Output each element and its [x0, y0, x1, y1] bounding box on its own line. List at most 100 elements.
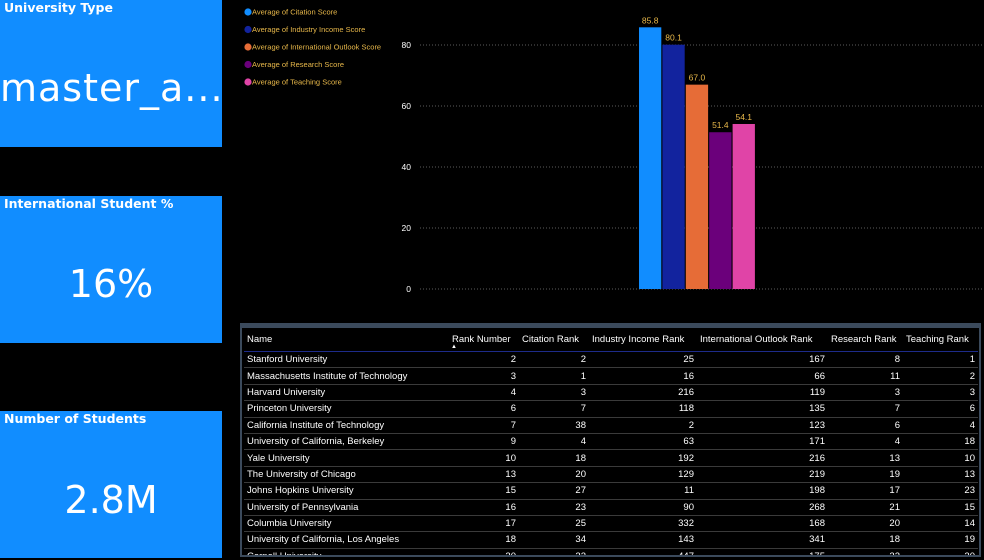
card-title: University Type: [4, 0, 113, 15]
column-header[interactable]: Name: [244, 328, 449, 352]
rank-cell: 6: [828, 417, 903, 434]
table-body: Stanford University 2 2 25 167 8 1 Massachusett…: [244, 351, 978, 555]
table-row[interactable]: University of California, Berkeley 9 4 63 17…: [244, 433, 978, 451]
column-header[interactable]: Citation Rank: [519, 328, 589, 352]
rank-cell: 38: [519, 417, 589, 434]
rank-cell: 4: [449, 384, 519, 402]
rank-cell: 13: [828, 449, 903, 467]
rank-cell: 171: [697, 433, 828, 451]
rank-cell: 27: [519, 482, 589, 500]
rank-cell: 7: [519, 400, 589, 418]
legend-label: Average of Teaching Score: [252, 78, 342, 87]
table-row[interactable]: Yale University 10 18 192 216 13 10: [244, 449, 978, 467]
column-header[interactable]: Teaching Rank: [903, 328, 978, 352]
rank-cell: 192: [589, 449, 697, 467]
y-tick-label: 60: [402, 101, 412, 111]
number-of-students-card[interactable]: Number of Students 2.8M: [0, 411, 222, 558]
rank-cell: 17: [828, 482, 903, 500]
data-label: 54.1: [735, 112, 752, 122]
rank-cell: 1: [519, 367, 589, 385]
average-scores-bar-chart[interactable]: 0 20 40 60 80 Average of Citation Score Averag…: [230, 0, 984, 320]
rank-cell: 20: [828, 515, 903, 533]
data-label: 51.4: [712, 120, 729, 130]
card-value: 2.8M: [64, 478, 158, 522]
rank-cell: 2: [519, 351, 589, 369]
international-student-card[interactable]: International Student % 16%: [0, 196, 222, 343]
rank-cell: 11: [589, 482, 697, 500]
table-row[interactable]: Harvard University 4 3 216 119 3 3: [244, 384, 978, 402]
university-name-cell: Cornell University: [244, 548, 449, 555]
rank-cell: 2: [903, 367, 978, 385]
legend-marker: [244, 25, 252, 34]
card-value: master_a...: [0, 66, 224, 110]
column-header[interactable]: Research Rank: [828, 328, 903, 352]
rank-cell: 6: [449, 400, 519, 418]
legend-label: Average of International Outlook Score: [252, 43, 381, 52]
rank-cell: 216: [697, 449, 828, 467]
rank-cell: 119: [697, 384, 828, 402]
column-header-label: International Outlook Rank: [700, 334, 813, 345]
legend-marker: [244, 60, 252, 69]
table-row[interactable]: Massachusetts Institute of Technology 3 1 1…: [244, 367, 978, 385]
y-tick-label: 20: [402, 223, 412, 233]
column-header[interactable]: International Outlook Rank: [697, 328, 828, 352]
rank-cell: 3: [519, 384, 589, 402]
university-name-cell: University of California, Berkeley: [244, 433, 449, 451]
table-row[interactable]: University of California, Los Angeles 18 3…: [244, 531, 978, 549]
table-row[interactable]: Stanford University 2 2 25 167 8 1: [244, 351, 978, 369]
table-row[interactable]: The University of Chicago 13 20 129 219 19 13: [244, 466, 978, 484]
university-name-cell: Johns Hopkins University: [244, 482, 449, 500]
rank-cell: 21: [828, 499, 903, 516]
table-row[interactable]: Cornell University 20 22 447 175 22 20: [244, 548, 978, 555]
table-row[interactable]: Columbia University 17 25 332 168 20 14: [244, 515, 978, 533]
rank-cell: 9: [449, 433, 519, 451]
legend-marker: [244, 78, 252, 86]
rank-cell: 6: [903, 400, 978, 418]
rank-cell: 341: [697, 531, 828, 549]
rank-cell: 15: [903, 499, 978, 516]
rank-cell: 135: [697, 400, 828, 418]
column-header[interactable]: Industry Income Rank: [589, 328, 697, 352]
rank-cell: 168: [697, 515, 828, 533]
rank-cell: 4: [903, 417, 978, 434]
rank-cell: 18: [828, 531, 903, 549]
rank-cell: 219: [697, 466, 828, 484]
rank-cell: 20: [519, 466, 589, 484]
rank-cell: 175: [697, 548, 828, 555]
university-type-card[interactable]: University Type master_a...: [0, 0, 224, 147]
card-title: Number of Students: [4, 411, 147, 426]
y-tick-label: 0: [406, 284, 411, 294]
rank-cell: 18: [449, 531, 519, 549]
column-header-label: Citation Rank: [522, 334, 580, 345]
university-name-cell: University of Pennsylvania: [244, 499, 449, 516]
table-row[interactable]: Johns Hopkins University 15 27 11 198 17 23: [244, 482, 978, 500]
rank-cell: 14: [903, 515, 978, 533]
rank-cell: 3: [828, 384, 903, 402]
rank-cell: 19: [903, 531, 978, 549]
rank-cell: 22: [519, 548, 589, 555]
rank-cell: 23: [903, 482, 978, 500]
rank-cell: 90: [589, 499, 697, 516]
rank-cell: 3: [903, 384, 978, 402]
bar: [639, 27, 662, 290]
rank-cell: 16: [449, 499, 519, 516]
rank-cell: 2: [449, 351, 519, 369]
rank-cell: 16: [589, 367, 697, 385]
bar: [685, 84, 709, 290]
table-row[interactable]: California Institute of Technology 7 38 2 12…: [244, 417, 978, 434]
column-header[interactable]: Rank Number ▲: [449, 328, 519, 352]
column-header-label: Name: [247, 334, 273, 345]
table-row[interactable]: University of Pennsylvania 16 23 90 268 21 15: [244, 499, 978, 516]
rank-cell: 1: [903, 351, 978, 369]
university-rank-table[interactable]: Name Rank Number ▲ Citation Rank Industry In…: [240, 323, 981, 557]
legend-marker: [244, 43, 252, 51]
rank-cell: 198: [697, 482, 828, 500]
rank-cell: 25: [589, 351, 697, 369]
legend-marker: [244, 8, 252, 16]
rank-cell: 11: [828, 367, 903, 385]
table-row[interactable]: Princeton University 6 7 118 135 7 6: [244, 400, 978, 418]
university-name-cell: The University of Chicago: [244, 466, 449, 484]
rank-cell: 19: [828, 466, 903, 484]
legend-label: Average of Industry Income Score: [252, 25, 365, 34]
rank-cell: 10: [903, 449, 978, 467]
